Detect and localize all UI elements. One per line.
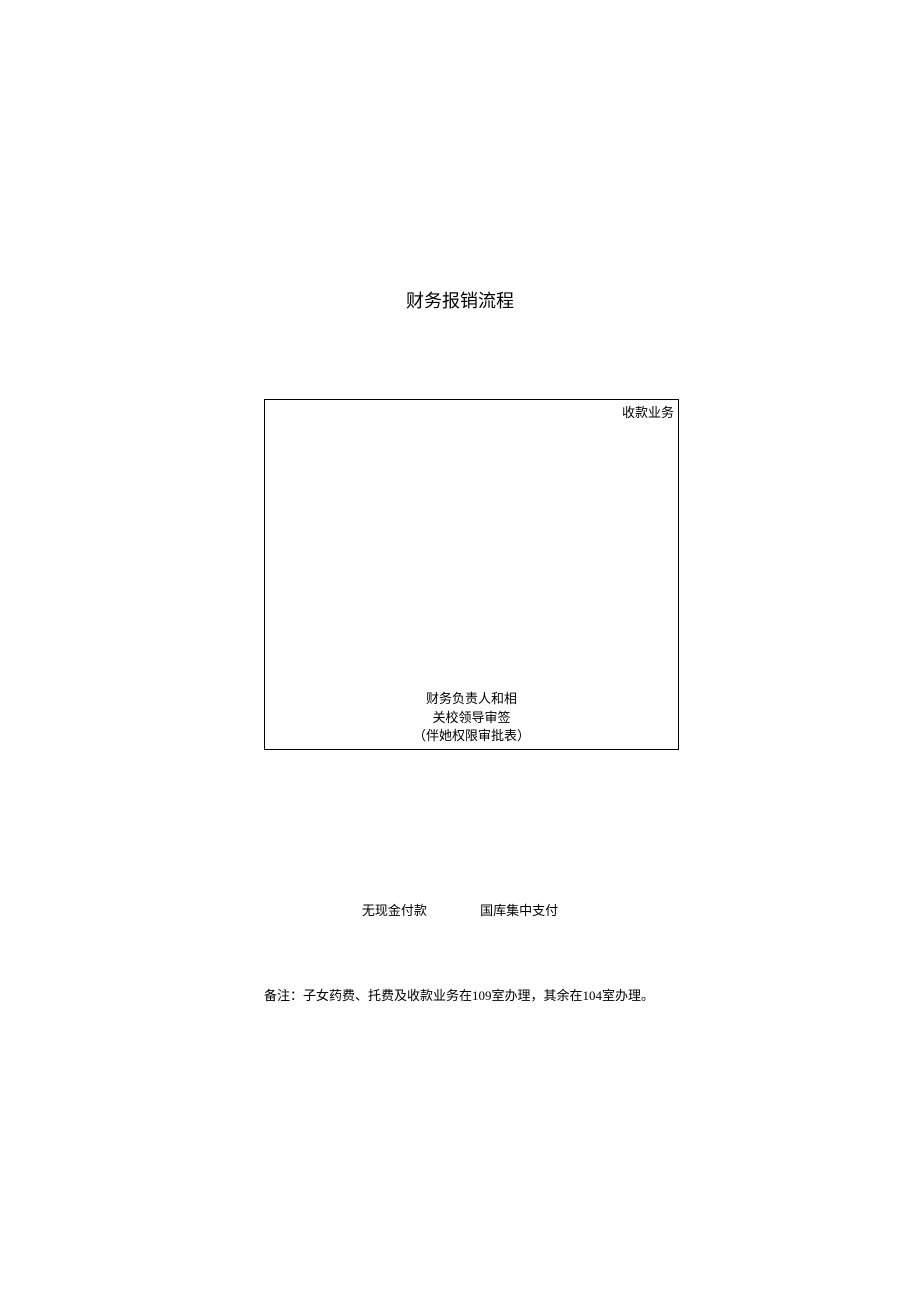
- page-title: 财务报销流程: [0, 287, 920, 313]
- box-bottom-line-2: 关校领导审签: [265, 709, 678, 727]
- footnote-text: 备注：子女药费、托费及收款业务在109室办理，其余在104室办理。: [264, 985, 654, 1004]
- box-bottom-line-3: （伴她权限审批表）: [265, 727, 678, 745]
- payment-method-treasury: 国库集中支付: [480, 900, 558, 919]
- payment-methods-row: 无现金付款 国库集中支付: [0, 900, 920, 919]
- box-bottom-line-1: 财务负责人和相: [265, 690, 678, 708]
- box-bottom-text: 财务负责人和相 关校领导审签 （伴她权限审批表）: [265, 690, 678, 745]
- payment-method-cashless: 无现金付款: [362, 900, 427, 919]
- box-top-right-label: 收款业务: [622, 402, 674, 421]
- workflow-diagram-box: 收款业务 财务负责人和相 关校领导审签 （伴她权限审批表）: [264, 399, 679, 750]
